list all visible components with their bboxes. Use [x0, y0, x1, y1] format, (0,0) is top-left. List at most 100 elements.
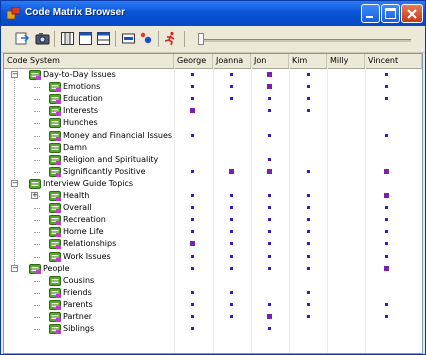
matrix-dot[interactable]	[384, 242, 388, 246]
matrix-square[interactable]	[189, 241, 195, 247]
code-label[interactable]: Work Issues	[63, 251, 111, 263]
matrix-dot[interactable]	[229, 194, 233, 197]
matrix-dot[interactable]	[267, 218, 271, 222]
matrix-dot[interactable]	[384, 254, 388, 258]
matrix-dot[interactable]	[384, 218, 388, 222]
matrix-dot[interactable]	[229, 315, 233, 318]
matrix-dot[interactable]	[306, 254, 310, 258]
matrix-dot[interactable]	[229, 302, 233, 306]
matrix-dot[interactable]	[190, 218, 194, 222]
title-bar[interactable]: Code Matrix Browser	[1, 1, 425, 26]
export-icon[interactable]	[15, 31, 30, 46]
matrix-dot[interactable]	[306, 302, 310, 306]
code-label[interactable]: Parents	[63, 299, 93, 311]
matrix-dot[interactable]	[190, 290, 194, 294]
close-button[interactable]	[401, 4, 423, 23]
matrix-dot[interactable]	[190, 85, 194, 89]
column-header-code-system[interactable]: Code System	[4, 54, 174, 68]
code-label[interactable]: Siblings	[63, 323, 94, 335]
column-header-doc[interactable]: George	[174, 54, 213, 68]
matrix-dot[interactable]	[267, 230, 271, 234]
collapse-icon[interactable]: −	[11, 179, 18, 187]
matrix-square[interactable]	[266, 314, 272, 319]
matrix-square[interactable]	[266, 168, 272, 174]
matrix-dot[interactable]	[229, 218, 233, 222]
matrix-square[interactable]	[383, 168, 389, 174]
collapse-icon[interactable]: −	[11, 264, 18, 272]
code-label[interactable]: Health	[63, 190, 89, 202]
code-label[interactable]: Friends	[63, 287, 92, 299]
code-label[interactable]: Hunches	[63, 117, 98, 129]
column-header-doc[interactable]: Joanna	[213, 54, 251, 68]
matrix-dot[interactable]	[267, 194, 271, 197]
column-header-doc[interactable]: Kim	[289, 54, 327, 68]
matrix-dot[interactable]	[306, 169, 310, 173]
matrix-dot[interactable]	[267, 109, 271, 113]
code-label[interactable]: Recreation	[63, 214, 106, 226]
matrix-dot[interactable]	[306, 315, 310, 318]
matrix-dot[interactable]	[190, 315, 194, 318]
code-label[interactable]: Emotions	[63, 81, 100, 93]
matrix-square[interactable]	[383, 193, 389, 198]
matrix-dot[interactable]	[267, 97, 271, 101]
matrix-dot[interactable]	[306, 206, 310, 210]
matrix-dot[interactable]	[190, 327, 194, 331]
matrix-square[interactable]	[189, 108, 195, 114]
collapse-icon[interactable]: −	[11, 71, 18, 78]
node-icon[interactable]	[121, 31, 136, 46]
matrix-dot[interactable]	[190, 194, 194, 197]
matrix-dot[interactable]	[306, 266, 310, 270]
matrix-dot[interactable]	[306, 218, 310, 222]
matrix-square[interactable]	[266, 72, 272, 77]
matrix-dot[interactable]	[306, 109, 310, 113]
maximize-button[interactable]	[381, 4, 400, 23]
matrix-dot[interactable]	[229, 97, 233, 101]
matrix-square[interactable]	[266, 84, 272, 90]
matrix-dot[interactable]	[384, 133, 388, 137]
camera-icon[interactable]	[35, 31, 50, 46]
matrix-dot[interactable]	[306, 85, 310, 89]
code-label[interactable]: Cousins	[63, 275, 94, 287]
matrix-dot[interactable]	[229, 290, 233, 294]
matrix-dot[interactable]	[384, 315, 388, 318]
matrix-dot[interactable]	[190, 73, 194, 76]
slider-track[interactable]	[201, 39, 411, 42]
matrix-dot[interactable]	[306, 97, 310, 101]
code-label[interactable]: Significantly Positive	[63, 166, 146, 178]
code-label[interactable]: Damn	[63, 142, 87, 154]
code-label[interactable]: Education	[63, 93, 103, 105]
code-label[interactable]: Interests	[63, 105, 98, 117]
matrix-dot[interactable]	[190, 133, 194, 137]
matrix-dot[interactable]	[229, 254, 233, 258]
code-label[interactable]: Relationships	[63, 238, 116, 250]
code-label[interactable]: Religion and Spirituality	[63, 154, 158, 166]
matrix-square[interactable]	[228, 168, 234, 174]
matrix-dot[interactable]	[229, 206, 233, 210]
code-label[interactable]: Money and Financial Issues	[63, 130, 172, 142]
matrix-dot[interactable]	[306, 194, 310, 197]
matrix-dot[interactable]	[190, 206, 194, 210]
matrix-dot[interactable]	[384, 230, 388, 234]
slider-thumb[interactable]	[198, 33, 204, 45]
matrix-dot[interactable]	[229, 73, 233, 76]
layout-split-icon[interactable]	[96, 31, 111, 46]
column-header-doc[interactable]: Jon	[251, 54, 289, 68]
matrix-dot[interactable]	[267, 206, 271, 210]
runner-icon[interactable]	[163, 31, 178, 46]
matrix-dot[interactable]	[229, 230, 233, 234]
layout-columns-icon[interactable]	[60, 31, 75, 46]
matrix-dot[interactable]	[190, 169, 194, 173]
matrix-dot[interactable]	[384, 73, 388, 76]
matrix-dot[interactable]	[267, 254, 271, 258]
dot-color-icon[interactable]	[139, 31, 154, 46]
column-header-doc[interactable]: Vincent	[365, 54, 422, 68]
matrix-dot[interactable]	[267, 302, 271, 306]
matrix-dot[interactable]	[306, 230, 310, 234]
matrix-dot[interactable]	[384, 206, 388, 210]
matrix-dot[interactable]	[190, 230, 194, 234]
matrix-dot[interactable]	[190, 97, 194, 101]
code-label[interactable]: Partner	[63, 311, 92, 323]
minimize-button[interactable]	[361, 4, 380, 23]
matrix-square[interactable]	[383, 265, 389, 271]
code-label[interactable]: Day-to-Day Issues	[43, 69, 116, 81]
